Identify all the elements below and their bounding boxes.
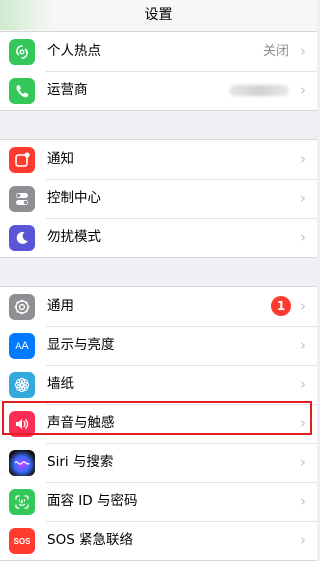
- wallpaper-flower-icon: [9, 372, 35, 398]
- chevron-right-icon: ›: [300, 228, 306, 246]
- settings-row-control-center[interactable]: 控制中心 ›: [0, 179, 317, 218]
- settings-row-siri-search[interactable]: Siri 与搜索 ›: [0, 443, 317, 482]
- settings-row-label: 墙纸: [47, 376, 74, 392]
- face-id-icon: [9, 489, 35, 515]
- redacted-carrier-value: [229, 85, 289, 96]
- settings-row-notifications[interactable]: 通知 ›: [0, 140, 317, 179]
- carrier-phone-icon: [9, 78, 35, 104]
- settings-row-label: 显示与亮度: [47, 337, 115, 353]
- settings-row-label: Siri 与搜索: [47, 454, 114, 470]
- moon-icon: [9, 225, 35, 251]
- settings-row-carrier[interactable]: 运营商 ›: [0, 71, 317, 110]
- chevron-right-icon: ›: [300, 375, 306, 393]
- settings-row-label: 面容 ID 与密码: [47, 493, 138, 509]
- chevron-right-icon: ›: [300, 336, 306, 354]
- settings-row-display-brightness[interactable]: AA 显示与亮度 ›: [0, 326, 317, 365]
- personal-hotspot-icon: [9, 39, 35, 65]
- settings-row-label: 个人热点: [47, 43, 101, 59]
- settings-row-label: 通用: [47, 298, 74, 314]
- chevron-right-icon: ›: [300, 42, 306, 60]
- siri-icon: [9, 450, 35, 476]
- settings-row-personal-hotspot[interactable]: 个人热点 关闭 ›: [0, 32, 317, 71]
- chevron-right-icon: ›: [300, 150, 306, 168]
- settings-row-do-not-disturb[interactable]: 勿扰模式 ›: [0, 218, 317, 257]
- notifications-icon: [9, 147, 35, 173]
- speaker-icon: [9, 411, 35, 437]
- settings-group-notifications: 通知 › 控制中心 › 勿扰模式 ›: [0, 139, 317, 258]
- settings-row-label: 运营商: [47, 82, 88, 98]
- chevron-right-icon: ›: [300, 414, 306, 432]
- navigation-bar: 设置: [0, 0, 317, 35]
- gear-icon: [9, 294, 35, 320]
- settings-row-label: 勿扰模式: [47, 229, 101, 245]
- update-badge: 1: [271, 296, 291, 316]
- chevron-right-icon: ›: [300, 492, 306, 510]
- status-glow: [0, 0, 55, 30]
- settings-row-detail: 关闭: [262, 44, 289, 59]
- settings-group-network: 个人热点 关闭 › 运营商 ›: [0, 31, 317, 111]
- display-aa-icon: AA: [9, 333, 35, 359]
- chevron-right-icon: ›: [300, 189, 306, 207]
- control-center-icon: [9, 186, 35, 212]
- sos-icon: SOS: [9, 528, 35, 554]
- settings-row-label: 声音与触感: [47, 415, 115, 431]
- chevron-right-icon: ›: [300, 81, 306, 99]
- settings-row-sounds-haptics[interactable]: 声音与触感 ›: [0, 404, 317, 443]
- chevron-right-icon: ›: [300, 453, 306, 471]
- settings-group-general: 通用 1 › AA 显示与亮度 › 墙纸 › 声音与触感 › Siri 与搜索 …: [0, 286, 317, 561]
- settings-row-general[interactable]: 通用 1 ›: [0, 287, 317, 326]
- settings-row-label: 通知: [47, 151, 74, 167]
- settings-row-label: 控制中心: [47, 190, 101, 206]
- settings-row-face-id-passcode[interactable]: 面容 ID 与密码 ›: [0, 482, 317, 521]
- settings-row-wallpaper[interactable]: 墙纸 ›: [0, 365, 317, 404]
- chevron-right-icon: ›: [300, 297, 306, 315]
